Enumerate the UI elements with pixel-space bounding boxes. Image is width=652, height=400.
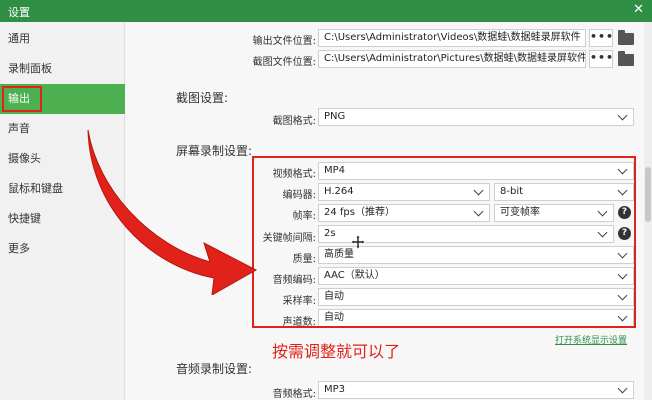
audio-recording-title: 音频录制设置: xyxy=(176,362,253,376)
window-title: 设置 xyxy=(8,6,30,19)
screenshot-folder-icon[interactable] xyxy=(618,51,634,66)
screenshot-format-select[interactable]: PNG xyxy=(318,108,634,126)
screenshot-path-label: 截图文件位置: xyxy=(252,57,316,68)
highlight-box xyxy=(252,156,636,328)
screenshot-path-field[interactable]: C:\Users\Administrator\Pictures\数据蛙\数据蛙录… xyxy=(318,50,586,68)
sidebar-item-output[interactable]: 输出 xyxy=(0,84,125,114)
chevron-down-icon xyxy=(617,109,629,125)
annotation-arrow xyxy=(87,129,258,295)
audio-format-select[interactable]: MP3 xyxy=(318,381,634,399)
title-bar: 设置 ✕ xyxy=(0,0,652,22)
chevron-down-icon xyxy=(617,382,629,398)
browse-output-button[interactable]: ••• xyxy=(589,29,613,47)
sidebar-item-general[interactable]: 通用 xyxy=(0,24,125,54)
annotation-text: 按需调整就可以了 xyxy=(272,342,401,361)
highlight-box xyxy=(2,86,42,112)
output-folder-icon[interactable] xyxy=(618,30,634,45)
open-display-settings-link[interactable]: 打开系统显示设置 xyxy=(555,333,627,346)
browse-screenshot-button[interactable]: ••• xyxy=(589,50,613,68)
audio-format-label: 音频格式: xyxy=(272,389,316,400)
scrollbar[interactable] xyxy=(644,22,652,400)
scrollbar-thumb[interactable] xyxy=(645,167,651,222)
sidebar-item-record-panel[interactable]: 录制面板 xyxy=(0,54,125,84)
screenshot-format-value: PNG xyxy=(324,111,346,122)
audio-format-value: MP3 xyxy=(324,384,346,395)
close-icon[interactable]: ✕ xyxy=(633,2,644,17)
move-cursor-icon xyxy=(350,234,366,250)
output-path-label: 输出文件位置: xyxy=(252,36,316,47)
output-path-field[interactable]: C:\Users\Administrator\Videos\数据蛙\数据蛙录屏软… xyxy=(318,29,586,47)
screenshot-settings-title: 截图设置: xyxy=(176,91,229,105)
